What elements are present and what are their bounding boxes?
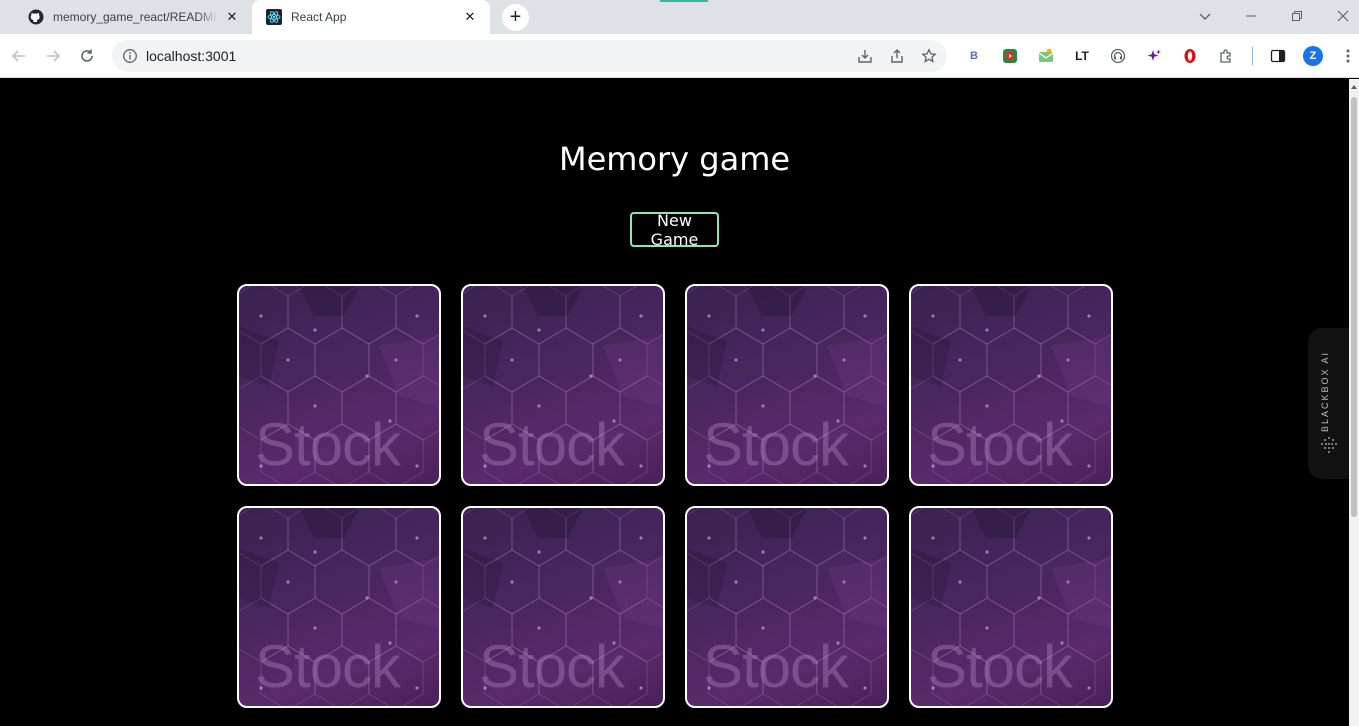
react-icon bbox=[266, 9, 282, 25]
tab-react-app[interactable]: React App ✕ bbox=[252, 0, 490, 34]
tab-title: React App bbox=[291, 10, 347, 24]
youtube-icon[interactable] bbox=[1000, 46, 1020, 66]
restore-icon[interactable] bbox=[1287, 6, 1307, 26]
shield-icon[interactable] bbox=[1180, 46, 1200, 66]
memory-card[interactable]: Stock bbox=[685, 506, 889, 708]
memory-card[interactable]: Stock bbox=[461, 506, 665, 708]
blackbox-logo-icon bbox=[1321, 437, 1337, 453]
card-watermark: Stock bbox=[703, 411, 849, 478]
puzzle-icon[interactable] bbox=[1216, 46, 1236, 66]
card-watermark: Stock bbox=[255, 633, 401, 700]
card-watermark: Stock bbox=[927, 633, 1073, 700]
extension-b-icon[interactable]: B bbox=[964, 46, 984, 66]
new-tab-button[interactable]: + bbox=[502, 4, 529, 31]
scrollbar-thumb[interactable] bbox=[1351, 97, 1357, 517]
install-app-icon[interactable] bbox=[856, 47, 874, 65]
profile-avatar[interactable]: Z bbox=[1303, 46, 1323, 66]
back-icon[interactable] bbox=[7, 44, 31, 68]
card-watermark: Stock bbox=[703, 633, 849, 700]
scroll-up-arrow-icon[interactable] bbox=[1351, 85, 1357, 89]
minimize-icon[interactable] bbox=[1241, 6, 1261, 26]
tab-group-marker bbox=[660, 0, 708, 2]
blackbox-ai-tab[interactable]: BLACKBOX AI bbox=[1308, 328, 1349, 479]
close-tab-icon[interactable]: ✕ bbox=[224, 9, 240, 25]
tab-search-icon[interactable] bbox=[1195, 6, 1215, 26]
blackbox-ai-label: BLACKBOX AI bbox=[1320, 350, 1330, 432]
sidepanel-icon[interactable] bbox=[1268, 46, 1288, 66]
page-title: Memory game bbox=[558, 140, 791, 178]
share-icon[interactable] bbox=[888, 47, 906, 65]
toolbar-separator bbox=[1252, 47, 1253, 65]
tab-title: memory_game_react/README.md bbox=[53, 10, 217, 24]
forward-icon[interactable] bbox=[41, 44, 65, 68]
site-info-icon[interactable] bbox=[122, 48, 138, 64]
card-watermark: Stock bbox=[927, 411, 1073, 478]
close-window-icon[interactable] bbox=[1333, 6, 1353, 26]
headphones-icon[interactable] bbox=[1108, 46, 1128, 66]
memory-card[interactable]: Stock bbox=[237, 284, 441, 486]
url-text: localhost:3001 bbox=[146, 48, 237, 64]
menu-icon[interactable] bbox=[1338, 46, 1358, 66]
page-scrollbar[interactable] bbox=[1349, 79, 1359, 726]
address-bar[interactable]: localhost:3001 bbox=[112, 40, 947, 72]
card-watermark: Stock bbox=[479, 633, 625, 700]
github-icon bbox=[28, 9, 44, 25]
bookmark-star-icon[interactable] bbox=[920, 47, 938, 65]
close-tab-icon[interactable]: ✕ bbox=[462, 9, 478, 25]
card-watermark: Stock bbox=[255, 411, 401, 478]
extension-lt-icon[interactable]: LT bbox=[1072, 46, 1092, 66]
memory-card[interactable]: Stock bbox=[237, 506, 441, 708]
memory-card[interactable]: Stock bbox=[461, 284, 665, 486]
browser-toolbar: localhost:3001 B LT Z bbox=[0, 34, 1359, 78]
tab-strip: memory_game_react/README.md ✕ React App … bbox=[0, 0, 1359, 34]
sparkle-icon[interactable] bbox=[1144, 46, 1164, 66]
card-watermark: Stock bbox=[479, 411, 625, 478]
memory-card[interactable]: Stock bbox=[909, 506, 1113, 708]
reload-icon[interactable] bbox=[75, 44, 99, 68]
mail-icon[interactable] bbox=[1036, 46, 1056, 66]
tab-readme[interactable]: memory_game_react/README.md ✕ bbox=[14, 0, 246, 34]
new-game-button[interactable]: New Game bbox=[630, 211, 719, 249]
memory-card[interactable]: Stock bbox=[909, 284, 1113, 486]
memory-card[interactable]: Stock bbox=[685, 284, 889, 486]
